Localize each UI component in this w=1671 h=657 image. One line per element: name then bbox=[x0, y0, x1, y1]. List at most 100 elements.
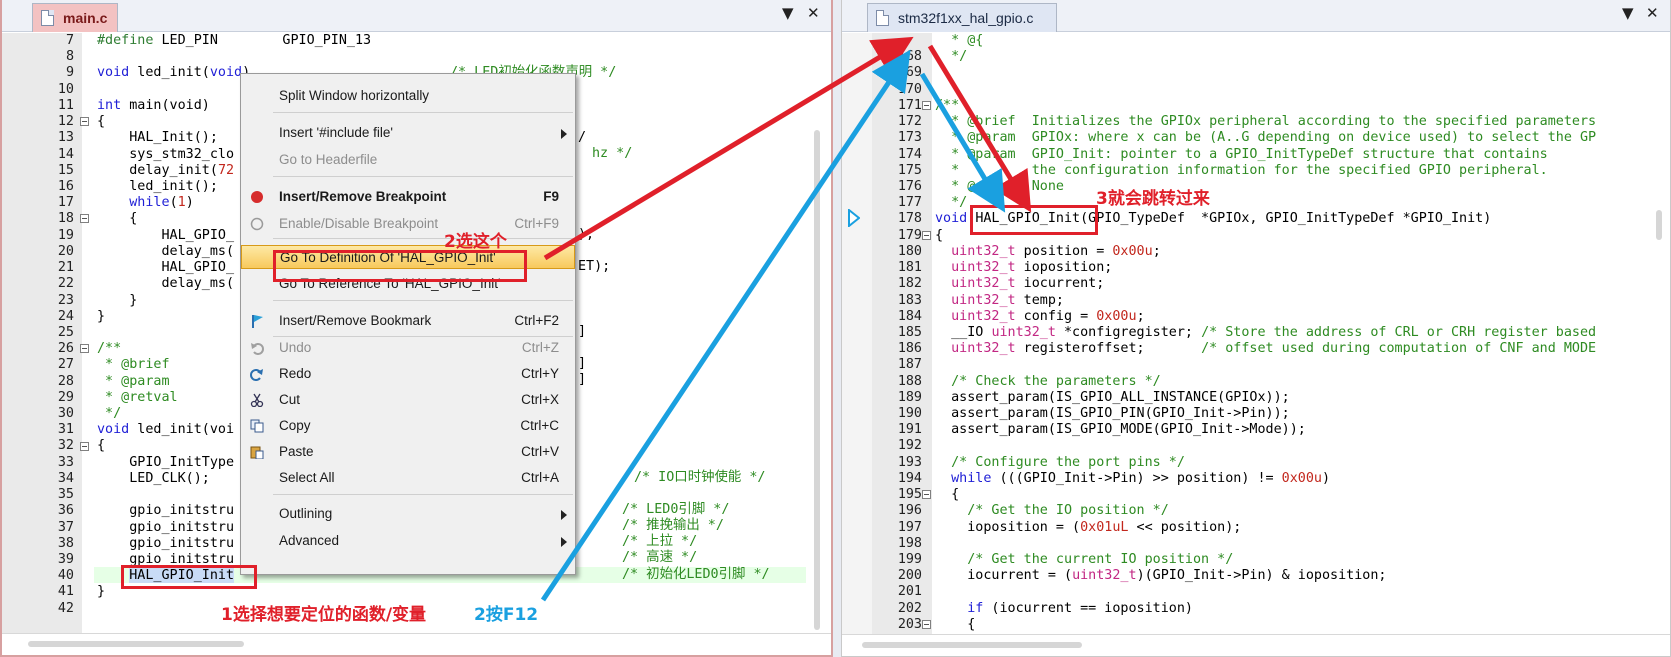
line-number: 199 bbox=[897, 552, 922, 567]
line-number: 183 bbox=[897, 292, 922, 308]
menu-item-undo[interactable]: Undo Ctrl+Z bbox=[241, 336, 575, 360]
submenu-arrow-icon bbox=[561, 537, 567, 547]
line-number: 191 bbox=[897, 422, 922, 438]
line-number: 168 bbox=[897, 49, 922, 65]
line-number: 42 bbox=[57, 600, 74, 616]
line-number: 36 bbox=[57, 503, 74, 519]
line-number: 195 bbox=[897, 487, 922, 503]
menu-item-insert-include[interactable]: Insert '#include file' bbox=[241, 121, 575, 145]
line-number: 15 bbox=[57, 162, 74, 178]
line-number: 38 bbox=[57, 535, 74, 551]
close-icon[interactable]: ✕ bbox=[1646, 4, 1659, 22]
fold-toggle-icon[interactable] bbox=[80, 441, 89, 451]
line-number: 33 bbox=[57, 454, 74, 470]
vertical-scrollbar[interactable] bbox=[1656, 210, 1662, 240]
line-number: 196 bbox=[897, 503, 922, 519]
fold-toggle-icon[interactable] bbox=[80, 344, 89, 354]
current-position-marker-icon bbox=[848, 209, 860, 227]
horizontal-scrollbar[interactable] bbox=[862, 642, 1082, 648]
menu-item-cut[interactable]: Cut Ctrl+X bbox=[241, 388, 575, 412]
scissors-icon bbox=[250, 393, 264, 407]
line-number: 18 bbox=[57, 211, 74, 227]
fold-toggle-icon[interactable] bbox=[922, 490, 931, 500]
line-number: 182 bbox=[897, 276, 922, 292]
close-icon[interactable]: ✕ bbox=[807, 4, 820, 22]
right-editor-pane[interactable]: stm32f1xx_hal_gpio.c ▼ ✕ 168 169 170 171 172… bbox=[841, 0, 1671, 657]
line-numbers: 7 8 9 10 11 12 13 14 15 16 17 18 19 20 21 22 23 24 25 26 27 2… bbox=[2, 33, 74, 617]
line-number: 17 bbox=[57, 195, 74, 211]
menu-item-insert-remove-breakpoint[interactable]: Insert/Remove Breakpoint F9 bbox=[241, 185, 575, 209]
line-number: 19 bbox=[57, 227, 74, 243]
line-number: 21 bbox=[57, 260, 74, 276]
line-number: 40 bbox=[57, 568, 74, 584]
right-code-area[interactable]: * @{ */ /** * @brief Initializes the GPI… bbox=[935, 33, 1596, 633]
paste-icon bbox=[250, 446, 264, 459]
line-number: 34 bbox=[57, 470, 74, 486]
menu-item-copy[interactable]: Copy Ctrl+C bbox=[241, 414, 575, 438]
line-number: 31 bbox=[57, 422, 74, 438]
fold-toggle-icon[interactable] bbox=[80, 117, 89, 127]
line-number: 181 bbox=[897, 260, 922, 276]
line-number: 198 bbox=[897, 535, 922, 551]
fold-toggle-icon[interactable] bbox=[80, 214, 89, 224]
horizontal-scrollbar[interactable] bbox=[28, 641, 244, 647]
line-number: 186 bbox=[897, 341, 922, 357]
submenu-arrow-icon bbox=[561, 510, 567, 520]
line-number: 10 bbox=[57, 81, 74, 97]
menu-separator bbox=[273, 112, 573, 113]
line-number: 201 bbox=[897, 584, 922, 600]
line-number: 39 bbox=[57, 552, 74, 567]
menu-item-insert-remove-bookmark[interactable]: Insert/Remove Bookmark Ctrl+F2 bbox=[241, 309, 575, 333]
line-number: 25 bbox=[57, 324, 74, 340]
line-number: 174 bbox=[897, 146, 922, 162]
line-number: 27 bbox=[57, 357, 74, 373]
line-number: 187 bbox=[897, 357, 922, 373]
tab-dropdown-icon[interactable]: ▼ bbox=[782, 4, 794, 22]
annotation-step1-text: 1选择想要定位的函数/变量 bbox=[221, 605, 427, 625]
menu-item-enable-disable-breakpoint[interactable]: Enable/Disable Breakpoint Ctrl+F9 bbox=[241, 212, 575, 236]
menu-item-go-to-headerfile[interactable]: Go to Headerfile bbox=[241, 148, 575, 172]
line-number: 12 bbox=[57, 114, 74, 130]
left-tab-bar: main.c ▼ ✕ bbox=[2, 0, 831, 32]
tab-dropdown-icon[interactable]: ▼ bbox=[1622, 4, 1634, 22]
menu-item-redo[interactable]: Redo Ctrl+Y bbox=[241, 362, 575, 386]
line-number: 28 bbox=[57, 373, 74, 389]
fold-toggle-icon[interactable] bbox=[922, 230, 931, 240]
file-icon bbox=[876, 10, 889, 26]
line-number: 203 bbox=[897, 616, 922, 632]
fold-toggle-icon[interactable] bbox=[922, 100, 931, 110]
line-number: 202 bbox=[897, 600, 922, 616]
line-number: 24 bbox=[57, 308, 74, 324]
vertical-scrollbar[interactable] bbox=[814, 130, 820, 630]
tab-main-c[interactable]: main.c bbox=[32, 3, 118, 32]
file-icon bbox=[41, 10, 54, 26]
disabled-breakpoint-icon bbox=[250, 217, 264, 231]
line-number: 41 bbox=[57, 584, 74, 600]
line-number: 170 bbox=[897, 81, 922, 97]
line-number: 197 bbox=[897, 519, 922, 535]
line-number: 176 bbox=[897, 178, 922, 194]
line-number: 180 bbox=[897, 243, 922, 259]
menu-item-split-window[interactable]: Split Window horizontally bbox=[241, 84, 575, 108]
line-number: 37 bbox=[57, 519, 74, 535]
right-tab-bar: stm32f1xx_hal_gpio.c ▼ ✕ bbox=[842, 0, 1670, 32]
line-number: 35 bbox=[57, 487, 74, 503]
line-number: 20 bbox=[57, 243, 74, 259]
line-number: 32 bbox=[57, 438, 74, 454]
line-number: 11 bbox=[57, 97, 74, 113]
line-number: 9 bbox=[65, 65, 74, 81]
annotation-step3-text: 3就会跳转过来 bbox=[1096, 189, 1210, 209]
menu-item-paste[interactable]: Paste Ctrl+V bbox=[241, 440, 575, 464]
line-number: 185 bbox=[897, 324, 922, 340]
menu-item-outlining[interactable]: Outlining bbox=[241, 502, 575, 526]
pane-splitter[interactable] bbox=[833, 0, 841, 657]
line-number: 188 bbox=[897, 373, 922, 389]
tab-stm32f1xx-hal-gpio-c[interactable]: stm32f1xx_hal_gpio.c bbox=[867, 3, 1057, 32]
line-number: 29 bbox=[57, 389, 74, 405]
menu-item-advanced[interactable]: Advanced bbox=[241, 529, 575, 553]
menu-item-select-all[interactable]: Select All Ctrl+A bbox=[241, 466, 575, 490]
line-number: 200 bbox=[897, 568, 922, 584]
line-number: 189 bbox=[897, 389, 922, 405]
annotation-box-step2 bbox=[273, 250, 527, 282]
fold-toggle-icon[interactable] bbox=[922, 619, 931, 629]
